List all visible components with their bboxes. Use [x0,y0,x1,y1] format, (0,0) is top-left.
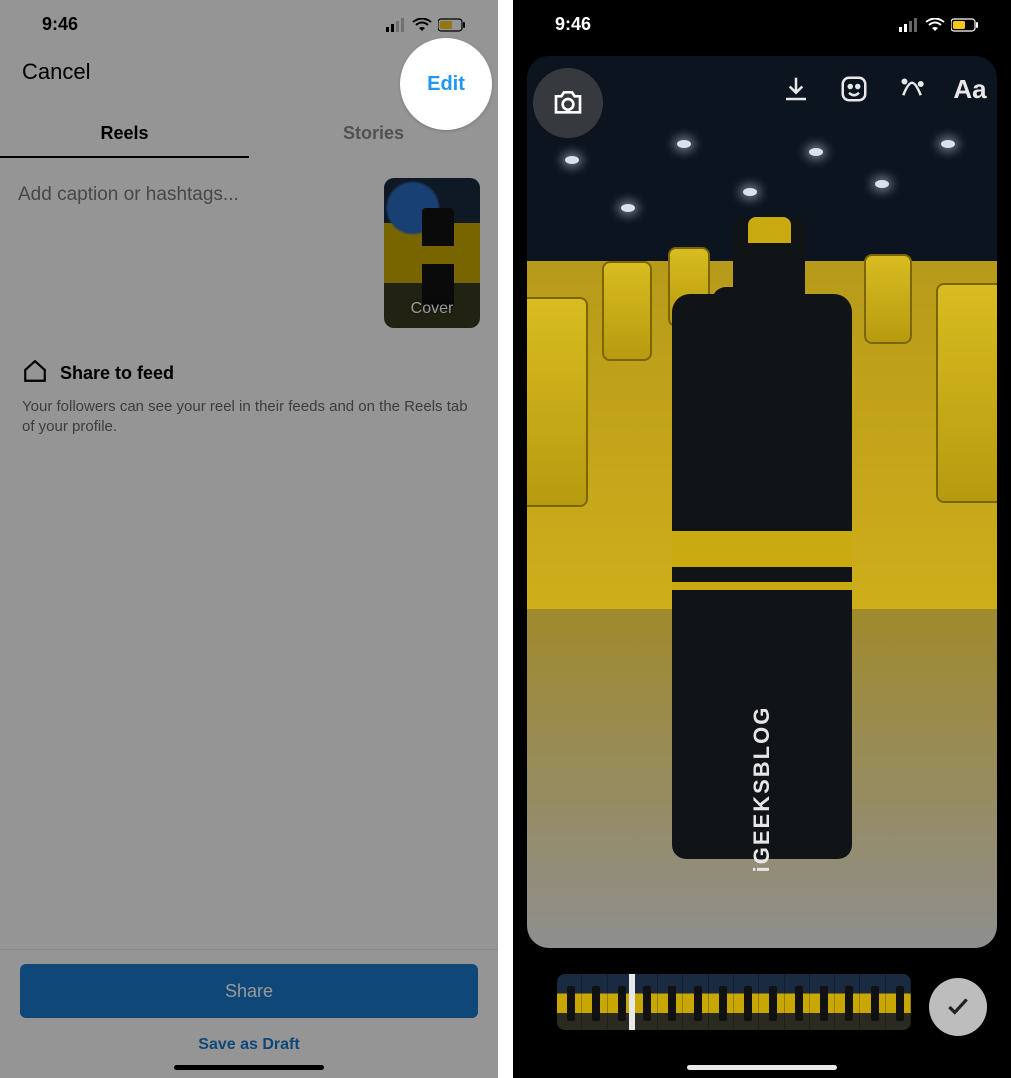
cancel-button[interactable]: Cancel [22,59,90,85]
frame-scrubber[interactable] [557,974,911,1030]
download-icon[interactable] [779,72,813,106]
scrubber-handle[interactable] [629,974,635,1030]
caption-area: Add caption or hashtags... Cover [0,158,498,348]
status-icons [899,18,979,32]
status-time: 9:46 [555,14,591,35]
share-screen: 9:46 Cancel Reels Stories Add caption or… [0,0,498,1078]
cellular-icon [386,18,406,32]
cellular-icon [899,18,919,32]
cover-label: Cover [384,300,480,318]
wifi-icon [925,18,945,32]
status-time: 9:46 [42,14,78,35]
home-indicator[interactable] [687,1065,837,1070]
battery-icon [438,18,466,32]
status-icons [386,18,466,32]
share-button[interactable]: Share [20,964,478,1018]
save-draft-button[interactable]: Save as Draft [20,1036,478,1054]
editor-toolbar: Aa [779,72,987,106]
status-bar: 9:46 [0,0,498,41]
share-feed-title: Share to feed [60,363,174,384]
status-bar: 9:46 [513,0,1011,41]
share-feed-desc: Your followers can see your reel in thei… [22,397,476,438]
tab-reels[interactable]: Reels [0,111,249,158]
cover-editor-screen: 9:46 [513,0,1011,1078]
edit-highlight-circle: Edit [400,38,492,130]
preview-subject: iGEEKSBLOG [672,217,852,859]
bottom-actions: Share Save as Draft [0,949,498,1078]
share-to-feed-section: Share to feed Your followers can see you… [0,348,498,444]
wifi-icon [412,18,432,32]
cover-thumbnail[interactable]: Cover [384,178,480,328]
cover-image [422,208,454,308]
sticker-icon[interactable] [837,72,871,106]
add-from-camera-roll-button[interactable] [533,68,603,138]
home-icon [22,358,48,389]
caption-input[interactable]: Add caption or hashtags... [18,178,372,206]
confirm-button[interactable] [929,978,987,1036]
edit-button[interactable]: Edit [427,73,465,96]
text-tool-icon[interactable]: Aa [953,72,987,106]
home-indicator[interactable] [174,1065,324,1070]
effects-icon[interactable] [895,72,929,106]
media-preview[interactable]: iGEEKSBLOG [527,56,997,948]
brand-text: iGEEKSBLOG [749,706,775,873]
battery-icon [951,18,979,32]
